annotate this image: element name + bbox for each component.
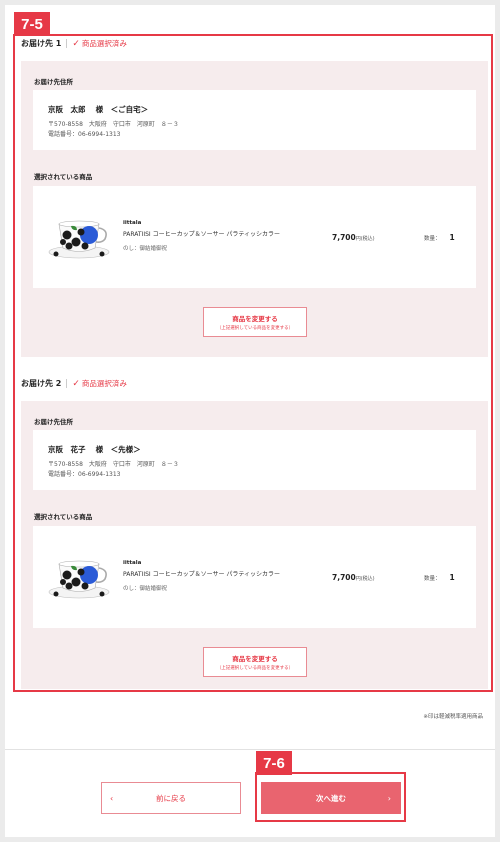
- destination-1-heading: お届け先 1 ✓ 商品選択済み: [21, 38, 127, 49]
- divider: [66, 39, 68, 48]
- quantity-label: 数量：: [424, 576, 441, 582]
- back-button-label: 前に戻る: [156, 793, 186, 803]
- address-label: お届け先住所: [34, 78, 73, 86]
- check-icon: ✓: [72, 38, 80, 49]
- phone-number: 電話番号：06-6994-1313: [48, 131, 121, 138]
- product-noshi: のし：御結婚御祝: [123, 586, 168, 592]
- product-brand: iittala: [123, 560, 142, 566]
- product-noshi: のし：御結婚御祝: [123, 246, 168, 252]
- change-product-label: 商品を変更する: [232, 655, 278, 663]
- destination-1-panel: お届け先住所 京阪 太郎 様 ＜ご自宅＞ 〒570-8558 大阪府 守口市 河…: [21, 61, 488, 357]
- destination-2-heading: お届け先 2 ✓ 商品選択済み: [21, 378, 127, 389]
- address-card: 京阪 太郎 様 ＜ご自宅＞ 〒570-8558 大阪府 守口市 河原町 ８－３ …: [33, 90, 476, 150]
- change-product-button[interactable]: 商品を変更する （上記選択している商品を変更する）: [203, 307, 307, 337]
- status-badge: ✓ 商品選択済み: [72, 38, 127, 49]
- product-card: iittala PARATIISI コーヒーカップ＆ソーサー パラティッシカラー…: [33, 186, 476, 288]
- recipient-name: 京阪 太郎 様 ＜ご自宅＞: [48, 105, 149, 114]
- products-label: 選択されている商品: [34, 173, 93, 181]
- status-text: 商品選択済み: [81, 379, 127, 388]
- recipient-name: 京阪 花子 様 ＜先様＞: [48, 445, 141, 454]
- product-quantity: 数量： 1: [424, 573, 455, 582]
- quantity-label: 数量：: [424, 236, 441, 242]
- phone-number: 電話番号：06-6994-1313: [48, 471, 121, 478]
- change-product-sublabel: （上記選択している商品を変更する）: [216, 326, 294, 331]
- quantity-value: 1: [449, 573, 455, 582]
- postal-address: 〒570-8558 大阪府 守口市 河原町 ８－３: [48, 461, 179, 468]
- next-button[interactable]: 次へ進む ›: [261, 782, 401, 814]
- next-button-label: 次へ進む: [316, 793, 346, 803]
- product-card: iittala PARATIISI コーヒーカップ＆ソーサー パラティッシカラー…: [33, 526, 476, 628]
- price-unit: 円(税込): [355, 236, 375, 242]
- product-name: PARATIISI コーヒーカップ＆ソーサー パラティッシカラー: [123, 571, 281, 578]
- product-brand: iittala: [123, 220, 142, 226]
- annotation-tag-7-5: 7-5: [14, 12, 50, 36]
- price-value: 7,700: [332, 573, 356, 582]
- change-product-label: 商品を変更する: [232, 315, 278, 323]
- tax-note: ※印は軽減税率適用商品: [423, 714, 483, 720]
- postal-address: 〒570-8558 大阪府 守口市 河原町 ８－３: [48, 121, 179, 128]
- chevron-right-icon: ›: [387, 793, 391, 803]
- back-button[interactable]: ‹ 前に戻る: [101, 782, 241, 814]
- status-text: 商品選択済み: [81, 39, 127, 48]
- product-image: [48, 560, 110, 599]
- product-price: 7,700円(税込): [332, 233, 375, 242]
- chevron-left-icon: ‹: [110, 793, 114, 803]
- price-unit: 円(税込): [355, 576, 375, 582]
- change-product-button[interactable]: 商品を変更する （上記選択している商品を変更する）: [203, 647, 307, 677]
- quantity-value: 1: [449, 233, 455, 242]
- destination-title: お届け先 2: [21, 379, 62, 388]
- destination-title: お届け先 1: [21, 39, 62, 48]
- page: 7-5 お届け先 1 ✓ 商品選択済み お届け先住所 京阪 太郎 様 ＜ご自宅＞…: [5, 5, 495, 837]
- destination-2-panel: お届け先住所 京阪 花子 様 ＜先様＞ 〒570-8558 大阪府 守口市 河原…: [21, 401, 488, 689]
- price-value: 7,700: [332, 233, 356, 242]
- address-card: 京阪 花子 様 ＜先様＞ 〒570-8558 大阪府 守口市 河原町 ８－３ 電…: [33, 430, 476, 490]
- divider: [66, 379, 68, 388]
- footer-divider: [5, 749, 495, 750]
- product-price: 7,700円(税込): [332, 573, 375, 582]
- check-icon: ✓: [72, 378, 80, 389]
- change-product-sublabel: （上記選択している商品を変更する）: [216, 666, 294, 671]
- product-name: PARATIISI コーヒーカップ＆ソーサー パラティッシカラー: [123, 231, 281, 238]
- product-image: [48, 220, 110, 259]
- product-quantity: 数量： 1: [424, 233, 455, 242]
- products-label: 選択されている商品: [34, 513, 93, 521]
- address-label: お届け先住所: [34, 418, 73, 426]
- status-badge: ✓ 商品選択済み: [72, 378, 127, 389]
